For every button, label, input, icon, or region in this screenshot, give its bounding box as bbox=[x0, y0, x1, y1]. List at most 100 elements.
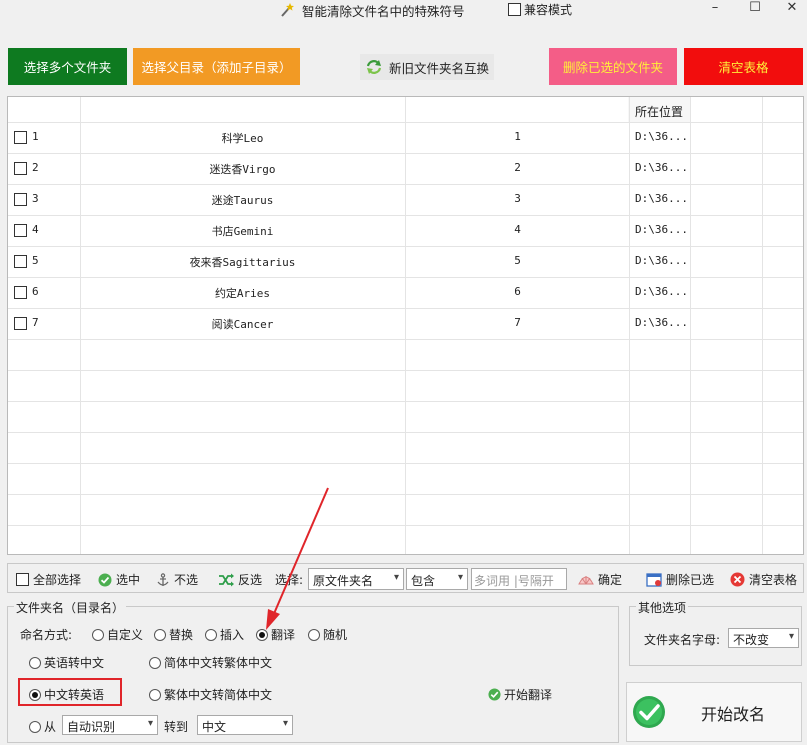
row-checkbox[interactable] bbox=[14, 131, 27, 144]
delete-selected-folders-button[interactable]: 删除已选的文件夹 bbox=[549, 48, 677, 85]
magic-wand-icon bbox=[281, 3, 294, 17]
mode-custom-radio[interactable]: 自定义 bbox=[92, 626, 143, 643]
letter-case-select[interactable]: 不改变 ▾ bbox=[728, 628, 799, 648]
mode-replace-radio[interactable]: 替换 bbox=[154, 626, 193, 643]
radio-circle[interactable] bbox=[149, 688, 161, 701]
table-row[interactable]: 2 迷迭香Virgo 2 D:\36... bbox=[8, 153, 803, 184]
invert-selection-button[interactable]: 反选 bbox=[218, 571, 262, 588]
row-checkbox[interactable] bbox=[14, 162, 27, 175]
row-checkbox[interactable] bbox=[14, 317, 27, 330]
row-divider bbox=[8, 432, 803, 433]
confirm-label: 确定 bbox=[598, 573, 623, 587]
row-location: D:\36... bbox=[635, 161, 688, 174]
mode-insert-radio[interactable]: 插入 bbox=[205, 626, 244, 643]
confirm-button[interactable]: 确定 bbox=[578, 571, 622, 588]
table-row[interactable]: 1 科学Leo 1 D:\36... bbox=[8, 122, 803, 153]
row-location: D:\36... bbox=[635, 316, 688, 329]
radio-circle[interactable] bbox=[149, 656, 161, 669]
field-select[interactable]: 原文件夹名 ▾ bbox=[308, 568, 404, 590]
other-options-title: 其他选项 bbox=[636, 599, 689, 616]
keyword-input[interactable]: 多词用 |号隔开 bbox=[471, 568, 567, 590]
compat-mode-label: 兼容模式 bbox=[524, 3, 573, 17]
radio-circle[interactable] bbox=[308, 628, 320, 641]
row-checkbox[interactable] bbox=[14, 286, 27, 299]
cn-to-en-radio[interactable]: 中文转英语 bbox=[29, 686, 104, 703]
select-folders-label: 选择多个文件夹 bbox=[23, 60, 112, 75]
en-to-cn-radio[interactable]: 英语转中文 bbox=[29, 654, 104, 671]
row-location: D:\36... bbox=[635, 192, 688, 205]
from-radio[interactable]: 从 bbox=[29, 718, 56, 735]
row-divider bbox=[8, 401, 803, 402]
chevron-down-icon: ▾ bbox=[147, 718, 153, 729]
mode-random-radio[interactable]: 随机 bbox=[308, 626, 347, 643]
maximize-button[interactable]: ☐ bbox=[740, 0, 770, 18]
row-location: D:\36... bbox=[635, 254, 688, 267]
select-label: 选中 bbox=[116, 573, 141, 587]
select-all-label: 全部选择 bbox=[33, 573, 82, 587]
chevron-down-icon: ▾ bbox=[393, 572, 399, 583]
to-language-value: 中文 bbox=[202, 720, 227, 734]
select-parent-dir-button[interactable]: 选择父目录（添加子目录） bbox=[133, 48, 300, 85]
select-all-checkbox[interactable]: 全部选择 bbox=[16, 571, 81, 588]
to-language-select[interactable]: 中文 ▾ bbox=[197, 715, 293, 735]
mode-translate-label: 翻译 bbox=[271, 628, 296, 642]
radio-circle[interactable] bbox=[29, 656, 41, 669]
table-row[interactable]: 6 约定Aries 6 D:\36... bbox=[8, 277, 803, 308]
swap-names-button[interactable]: 新旧文件夹名互换 bbox=[360, 54, 494, 80]
header-location[interactable]: 所在位置 bbox=[635, 103, 683, 120]
row-index: 2 bbox=[32, 161, 39, 174]
delete-selected-label: 删除已选的文件夹 bbox=[562, 60, 663, 75]
checkbox-box[interactable] bbox=[16, 573, 29, 586]
start-translate-label: 开始翻译 bbox=[504, 688, 553, 702]
minimize-button[interactable]: – bbox=[700, 0, 730, 18]
clear-table-small-button[interactable]: 清空表格 bbox=[730, 571, 797, 588]
row-checkbox[interactable] bbox=[14, 255, 27, 268]
radio-circle[interactable] bbox=[92, 628, 104, 641]
row-folder-name: 夜来香Sagittarius bbox=[189, 256, 296, 269]
select-button[interactable]: 选中 bbox=[98, 571, 140, 588]
select-parent-label: 选择父目录（添加子目录） bbox=[141, 60, 292, 75]
checkbox-box[interactable] bbox=[508, 3, 521, 16]
mode-insert-label: 插入 bbox=[220, 628, 245, 642]
delete-selected-button[interactable]: 删除已选 bbox=[646, 571, 714, 588]
row-number: 4 bbox=[514, 223, 521, 236]
clear-table-button[interactable]: 清空表格 bbox=[684, 48, 803, 85]
chevron-down-icon: ▾ bbox=[788, 631, 794, 642]
radio-circle[interactable] bbox=[29, 720, 41, 733]
clear-table-small-label: 清空表格 bbox=[749, 573, 798, 587]
trad-to-simp-radio[interactable]: 繁体中文转简体中文 bbox=[149, 686, 272, 703]
select-folders-button[interactable]: 选择多个文件夹 bbox=[8, 48, 127, 85]
row-location: D:\36... bbox=[635, 130, 688, 143]
start-rename-button[interactable]: 开始改名 bbox=[626, 682, 802, 742]
row-checkbox[interactable] bbox=[14, 224, 27, 237]
row-number: 2 bbox=[514, 161, 521, 174]
table-row[interactable]: 4 书店Gemini 4 D:\36... bbox=[8, 215, 803, 246]
close-button[interactable]: ✕ bbox=[777, 0, 807, 18]
radio-circle[interactable] bbox=[154, 628, 166, 641]
close-circle-icon bbox=[730, 572, 745, 587]
mode-translate-radio[interactable]: 翻译 bbox=[256, 626, 295, 643]
table-row[interactable]: 3 迷途Taurus 3 D:\36... bbox=[8, 184, 803, 215]
check-circle-icon bbox=[633, 696, 665, 728]
row-checkbox[interactable] bbox=[14, 193, 27, 206]
clear-table-label: 清空表格 bbox=[718, 60, 769, 75]
from-language-value: 自动识别 bbox=[67, 720, 116, 734]
match-select[interactable]: 包含 ▾ bbox=[406, 568, 468, 590]
table-row[interactable]: 7 阅读Cancer 7 D:\36... bbox=[8, 308, 803, 339]
choose-label: 选择: bbox=[275, 571, 303, 588]
compat-mode-checkbox[interactable]: 兼容模式 bbox=[508, 1, 572, 18]
unselect-button[interactable]: 不选 bbox=[156, 571, 198, 588]
from-language-select[interactable]: 自动识别 ▾ bbox=[62, 715, 158, 735]
check-circle-icon bbox=[98, 573, 112, 586]
row-folder-name: 约定Aries bbox=[214, 287, 271, 300]
simp-to-trad-radio[interactable]: 简体中文转繁体中文 bbox=[149, 654, 272, 671]
start-translate-button[interactable]: 开始翻译 bbox=[488, 686, 552, 703]
row-index: 7 bbox=[32, 316, 39, 329]
row-location: D:\36... bbox=[635, 285, 688, 298]
radio-circle-selected[interactable] bbox=[29, 688, 41, 701]
row-index: 4 bbox=[32, 223, 39, 236]
row-number: 1 bbox=[514, 130, 521, 143]
radio-circle[interactable] bbox=[205, 628, 217, 641]
radio-circle-selected[interactable] bbox=[256, 628, 268, 641]
table-row[interactable]: 5 夜来香Sagittarius 5 D:\36... bbox=[8, 246, 803, 277]
